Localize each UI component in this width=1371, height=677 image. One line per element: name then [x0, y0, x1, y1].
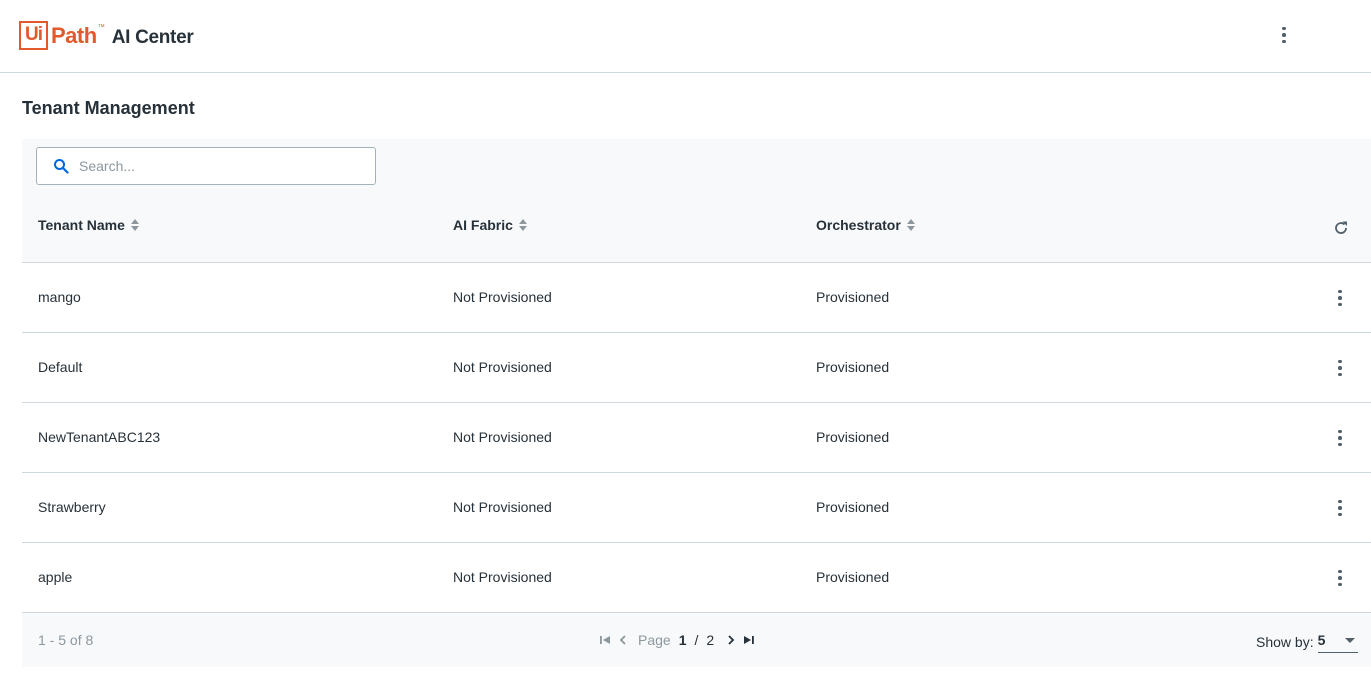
- first-page-icon[interactable]: [596, 631, 614, 649]
- column-header-tenant-name[interactable]: Tenant Name: [38, 217, 139, 233]
- column-header-ai-fabric[interactable]: AI Fabric: [453, 217, 527, 233]
- cell-orchestrator: Provisioned: [816, 499, 890, 515]
- show-by: Show by: 5: [1256, 631, 1358, 653]
- row-more-icon[interactable]: [1332, 495, 1348, 521]
- pagination-range: 1 - 5 of 8: [38, 632, 94, 648]
- cell-orchestrator: Provisioned: [816, 569, 890, 585]
- app-name: AI Center: [111, 26, 194, 48]
- page-size-value: 5: [1317, 632, 1326, 648]
- next-page-icon[interactable]: [722, 631, 740, 649]
- top-bar: Ui Path ™ AI Center: [0, 0, 1371, 73]
- cell-tenant-name: NewTenantABC123: [38, 429, 161, 445]
- previous-page-icon[interactable]: [614, 631, 632, 649]
- search-icon: [54, 159, 69, 174]
- total-pages: 2: [706, 632, 715, 648]
- cell-ai-fabric: Not Provisioned: [453, 429, 552, 445]
- show-by-label: Show by:: [1256, 634, 1314, 650]
- table-header: Tenant Name AI Fabric Orchestrator: [22, 195, 1371, 263]
- row-more-icon[interactable]: [1332, 285, 1348, 311]
- dot: [1282, 39, 1286, 44]
- dot: [1282, 33, 1286, 37]
- logo-trademark: ™: [97, 24, 105, 31]
- sort-icon: [906, 219, 915, 231]
- table-row[interactable]: apple Not Provisioned Provisioned: [22, 543, 1371, 613]
- search-input[interactable]: [79, 158, 359, 174]
- current-page[interactable]: 1: [679, 632, 687, 648]
- row-more-icon[interactable]: [1332, 565, 1348, 591]
- table-row[interactable]: NewTenantABC123 Not Provisioned Provisio…: [22, 403, 1371, 473]
- cell-ai-fabric: Not Provisioned: [453, 359, 552, 375]
- cell-tenant-name: apple: [38, 569, 73, 585]
- page-label: Page: [638, 632, 671, 648]
- table-footer: 1 - 5 of 8 Page 1 / 2 Show by: 5: [22, 613, 1371, 667]
- tenant-table-panel: Tenant Name AI Fabric Orchestrator mango…: [22, 139, 1371, 667]
- dot: [1282, 26, 1286, 31]
- cell-tenant-name: Default: [38, 359, 83, 375]
- sort-icon: [130, 219, 139, 231]
- page-size-select[interactable]: 5: [1317, 631, 1358, 653]
- pagination-controls: Page 1 / 2: [596, 631, 758, 649]
- table-row[interactable]: Strawberry Not Provisioned Provisioned: [22, 473, 1371, 543]
- column-label: AI Fabric: [453, 217, 513, 233]
- search-box[interactable]: [36, 147, 376, 185]
- cell-orchestrator: Provisioned: [816, 289, 890, 305]
- row-more-icon[interactable]: [1332, 355, 1348, 381]
- cell-tenant-name: mango: [38, 289, 81, 305]
- cell-ai-fabric: Not Provisioned: [453, 499, 552, 515]
- last-page-icon[interactable]: [740, 631, 758, 649]
- table-row[interactable]: Default Not Provisioned Provisioned: [22, 333, 1371, 403]
- logo-ui-mark: Ui: [19, 21, 48, 50]
- column-label: Tenant Name: [38, 217, 125, 233]
- cell-ai-fabric: Not Provisioned: [453, 289, 552, 305]
- cell-orchestrator: Provisioned: [816, 429, 890, 445]
- more-vertical-icon[interactable]: [1275, 22, 1293, 48]
- table-row[interactable]: mango Not Provisioned Provisioned: [22, 263, 1371, 333]
- logo-path-text: Path: [51, 22, 97, 48]
- column-header-orchestrator[interactable]: Orchestrator: [816, 217, 915, 233]
- cell-ai-fabric: Not Provisioned: [453, 569, 552, 585]
- table-body: mango Not Provisioned Provisioned Defaul…: [22, 263, 1371, 613]
- cell-tenant-name: Strawberry: [38, 499, 106, 515]
- page-separator: /: [694, 632, 699, 648]
- chevron-down-icon: [1344, 638, 1355, 643]
- sort-icon: [518, 219, 527, 231]
- refresh-icon[interactable]: [1332, 219, 1350, 237]
- row-more-icon[interactable]: [1332, 425, 1348, 451]
- column-label: Orchestrator: [816, 217, 901, 233]
- uipath-logo[interactable]: Ui Path ™ AI Center: [19, 21, 194, 50]
- cell-orchestrator: Provisioned: [816, 359, 890, 375]
- page-title: Tenant Management: [22, 98, 195, 118]
